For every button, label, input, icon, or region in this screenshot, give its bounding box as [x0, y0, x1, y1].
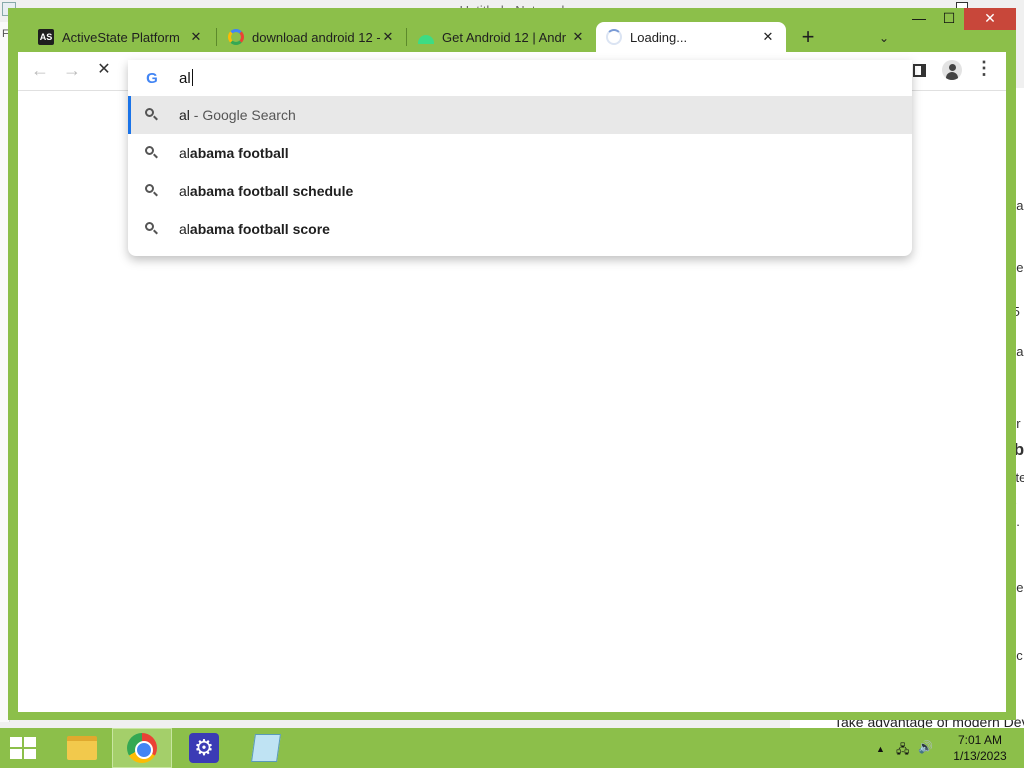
forward-button[interactable]: → [58, 56, 86, 84]
close-icon[interactable]: ✕ [380, 29, 396, 45]
taskbar-chrome[interactable] [112, 728, 172, 768]
taskbar-settings[interactable]: ⚙ [174, 728, 234, 768]
address-bar[interactable]: G al [128, 60, 912, 96]
text-caret [191, 69, 193, 86]
tab-divider [406, 28, 407, 46]
avatar [942, 60, 962, 80]
system-tray: ▲ 🖧 🔊 7:01 AM 1/13/2023 [790, 728, 1024, 768]
tab-title: Get Android 12 | Andr [442, 29, 567, 45]
tab-title: download android 12 - [252, 29, 380, 45]
profile-button[interactable] [938, 56, 966, 84]
tab-title: Loading... [630, 29, 688, 45]
suggestion-text: alabama football [179, 145, 289, 161]
search-icon [145, 184, 158, 197]
maximize-button[interactable]: ☐ [934, 8, 964, 30]
address-input[interactable]: al [179, 69, 193, 87]
suggestion-text: al - Google Search [179, 107, 296, 123]
taskbar-file-explorer[interactable] [52, 728, 112, 768]
close-icon[interactable]: ✕ [760, 29, 776, 45]
taskbar-notepad[interactable] [236, 728, 296, 768]
activestate-icon: AS [38, 29, 54, 45]
suggestion-text: alabama football schedule [179, 183, 354, 199]
tab-activestate[interactable]: AS ActiveState Platform ✕ [28, 22, 214, 52]
google-icon [228, 29, 244, 45]
google-icon: G [146, 70, 158, 87]
tab-title: ActiveState Platform [62, 29, 180, 45]
tab-divider [216, 28, 217, 46]
omnibox-popup: G al al - Google Search alabama football… [128, 60, 912, 256]
android-icon [418, 35, 434, 44]
side-panel-icon [913, 64, 926, 77]
suggestion-item[interactable]: alabama football schedule [128, 172, 912, 210]
folder-icon [67, 736, 97, 760]
show-hidden-icons-icon[interactable]: ▲ [876, 744, 885, 754]
suggestion-text: alabama football score [179, 221, 330, 237]
volume-icon[interactable]: 🔊 [918, 740, 933, 754]
network-icon[interactable]: 🖧 [896, 740, 909, 761]
suggestion-google-search[interactable]: al - Google Search [128, 96, 912, 134]
close-icon[interactable]: ✕ [570, 29, 586, 45]
tab-strip: AS ActiveState Platform ✕ download andro… [8, 8, 1016, 52]
search-icon [145, 108, 158, 121]
close-icon[interactable]: ✕ [188, 29, 204, 45]
window-close-button[interactable]: ✕ [964, 8, 1016, 30]
clock[interactable]: 7:01 AM 1/13/2023 [940, 732, 1020, 764]
new-tab-button[interactable]: + [794, 24, 822, 52]
loading-spinner-icon [606, 29, 622, 45]
search-icon [145, 146, 158, 159]
notepad-icon [251, 734, 281, 762]
browser-window: AS ActiveState Platform ✕ download andro… [8, 8, 1016, 720]
suggestion-item[interactable]: alabama football [128, 134, 912, 172]
taskbar: ⚙ ▲ 🖧 🔊 7:01 AM 1/13/2023 [0, 728, 1024, 768]
tab-google-search[interactable]: download android 12 - ✕ [218, 22, 406, 52]
windows-logo-icon [10, 737, 22, 747]
minimize-button[interactable]: — [904, 8, 934, 30]
start-button[interactable] [10, 737, 38, 761]
chrome-icon [127, 733, 157, 763]
clock-time: 7:01 AM [957, 733, 1003, 747]
tab-search-button[interactable]: ⌄ [872, 24, 896, 52]
back-button[interactable]: ← [26, 56, 54, 84]
suggestion-item[interactable]: alabama football score [128, 210, 912, 248]
tab-android[interactable]: Get Android 12 | Andr ✕ [408, 22, 596, 52]
gear-icon: ⚙ [189, 733, 219, 763]
tab-loading[interactable]: Loading... ✕ [596, 22, 786, 52]
clock-date: 1/13/2023 [953, 749, 1007, 763]
menu-button[interactable]: ⋮ [970, 56, 998, 84]
search-icon [145, 222, 158, 235]
typed-text: al [179, 70, 191, 87]
stop-loading-button[interactable]: ✕ [90, 56, 118, 84]
